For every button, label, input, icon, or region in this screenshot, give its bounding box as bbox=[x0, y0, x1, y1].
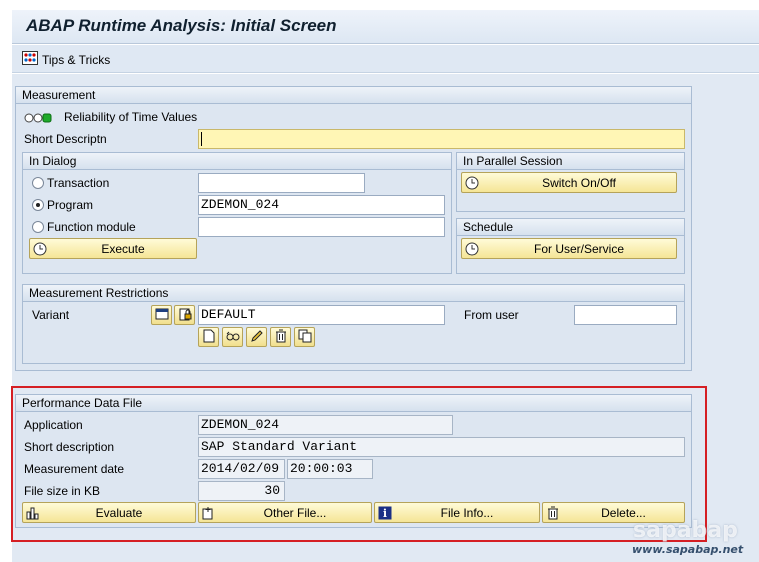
variant-list-icon bbox=[155, 308, 169, 323]
lock-icon bbox=[178, 307, 192, 324]
reliability-traffic-light-icon[interactable] bbox=[24, 112, 52, 126]
pencil-icon bbox=[250, 329, 264, 346]
switch-on-off-label: Switch On/Off bbox=[542, 175, 616, 190]
file-info-button[interactable]: i File Info... bbox=[374, 502, 540, 523]
execute-label: Execute bbox=[101, 241, 145, 256]
measurement-group-title: Measurement bbox=[16, 87, 691, 104]
short-descr-label: Short Descriptn bbox=[24, 132, 107, 146]
svg-text:i: i bbox=[383, 507, 387, 520]
copy-icon bbox=[298, 329, 312, 346]
switch-on-off-button[interactable]: Switch On/Off bbox=[461, 172, 677, 193]
page-title: ABAP Runtime Analysis: Initial Screen bbox=[26, 16, 337, 35]
watermark-url: www.sapabap.net bbox=[632, 543, 744, 556]
delete-variant-button[interactable] bbox=[270, 327, 291, 347]
file-select-icon bbox=[199, 503, 219, 522]
clock-icon bbox=[462, 173, 482, 192]
measurement-date-field: 2014/02/09 bbox=[198, 459, 285, 479]
reliability-label: Reliability of Time Values bbox=[64, 110, 198, 124]
new-document-icon bbox=[203, 329, 215, 346]
program-label: Program bbox=[47, 198, 94, 212]
tips-tricks-icon bbox=[22, 51, 38, 68]
file-size-field: 30 bbox=[198, 481, 285, 501]
parallel-session-group-title: In Parallel Session bbox=[457, 153, 684, 170]
trash-icon bbox=[543, 503, 563, 522]
program-input[interactable]: ZDEMON_024 bbox=[198, 195, 445, 215]
measurement-time-field: 20:00:03 bbox=[287, 459, 373, 479]
performance-data-file-group-title: Performance Data File bbox=[16, 395, 691, 412]
short-description-field: SAP Standard Variant bbox=[198, 437, 685, 457]
transaction-label: Transaction bbox=[47, 176, 110, 190]
measurement-date-label: Measurement date bbox=[24, 462, 125, 476]
schedule-group-title: Schedule bbox=[457, 219, 684, 236]
info-icon: i bbox=[375, 503, 395, 522]
application-field: ZDEMON_024 bbox=[198, 415, 453, 435]
function-module-label: Function module bbox=[47, 220, 136, 234]
text-cursor bbox=[201, 132, 202, 146]
application-label: Application bbox=[24, 418, 83, 432]
copy-variant-button[interactable] bbox=[294, 327, 315, 347]
display-variant-button[interactable] bbox=[222, 327, 243, 347]
function-module-input[interactable] bbox=[198, 217, 445, 237]
transaction-radio[interactable] bbox=[32, 177, 44, 189]
clock-icon bbox=[30, 239, 50, 258]
watermark-logo: sapabap bbox=[633, 518, 738, 543]
file-info-label: File Info... bbox=[440, 505, 494, 520]
short-descr-input[interactable] bbox=[198, 129, 685, 149]
select-variant-button[interactable] bbox=[151, 305, 172, 325]
transaction-input[interactable] bbox=[198, 173, 365, 193]
measurement-restrictions-group-title: Measurement Restrictions bbox=[23, 285, 684, 302]
glasses-icon bbox=[226, 330, 240, 345]
in-dialog-group-title: In Dialog bbox=[23, 153, 451, 170]
change-variant-button[interactable] bbox=[246, 327, 267, 347]
execute-button[interactable]: Execute bbox=[29, 238, 197, 259]
function-module-radio[interactable] bbox=[32, 221, 44, 233]
other-file-button[interactable]: Other File... bbox=[198, 502, 372, 523]
from-user-input[interactable] bbox=[574, 305, 677, 325]
for-user-service-label: For User/Service bbox=[533, 241, 625, 256]
create-variant-button[interactable] bbox=[198, 327, 219, 347]
evaluate-button[interactable]: Evaluate bbox=[22, 502, 196, 523]
program-radio[interactable] bbox=[32, 199, 44, 211]
title-bar: ABAP Runtime Analysis: Initial Screen bbox=[12, 10, 759, 44]
short-description-label: Short description bbox=[24, 440, 115, 454]
file-size-label: File size in KB bbox=[24, 484, 101, 498]
for-user-service-button[interactable]: For User/Service bbox=[461, 238, 677, 259]
tips-tricks-label: Tips & Tricks bbox=[42, 52, 111, 67]
other-file-label: Other File... bbox=[263, 505, 327, 520]
trash-icon bbox=[275, 329, 287, 346]
variant-lock-button[interactable] bbox=[174, 305, 195, 325]
variant-input[interactable]: DEFAULT bbox=[198, 305, 445, 325]
application-toolbar: Tips & Tricks bbox=[12, 45, 759, 73]
bar-chart-icon bbox=[23, 503, 43, 522]
from-user-label: From user bbox=[464, 308, 519, 322]
evaluate-label: Evaluate bbox=[95, 505, 143, 520]
clock-icon bbox=[462, 239, 482, 258]
tips-tricks-button[interactable]: Tips & Tricks bbox=[22, 51, 110, 68]
variant-label: Variant bbox=[32, 308, 70, 322]
